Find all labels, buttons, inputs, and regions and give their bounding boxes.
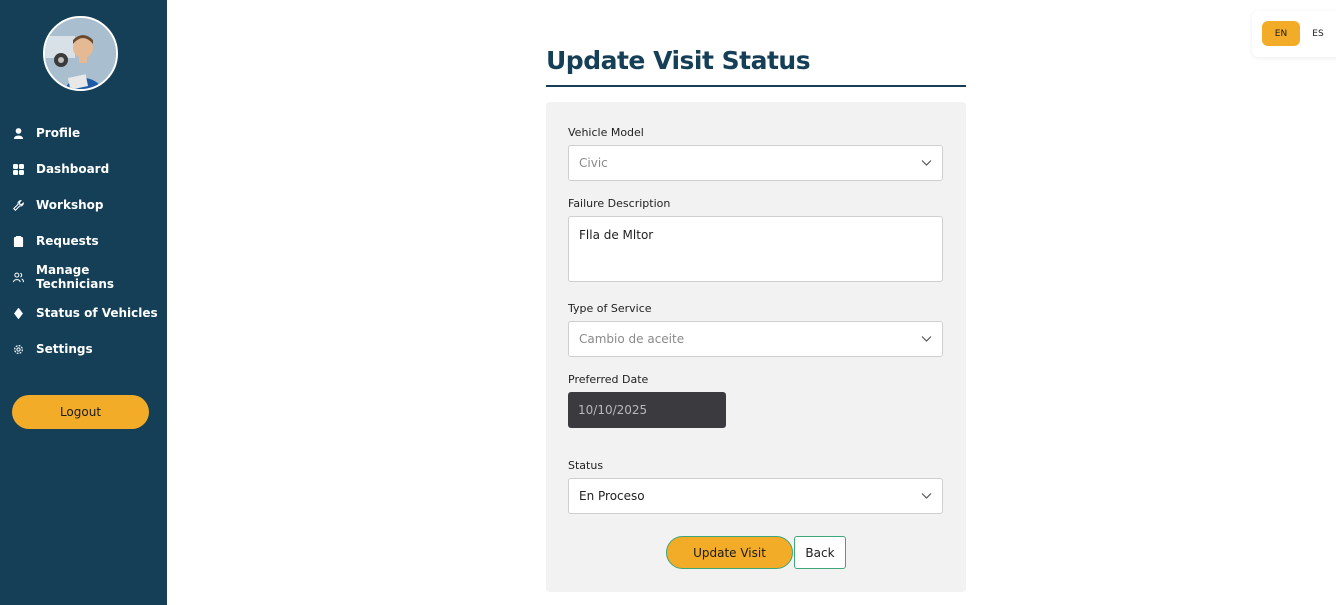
technician-avatar-icon xyxy=(45,18,116,89)
type-of-service-value: Cambio de aceite xyxy=(579,332,685,346)
status-select[interactable]: En Proceso xyxy=(568,478,943,514)
status-label: Status xyxy=(568,459,604,472)
sidebar-item-label: Status of Vehicles xyxy=(36,306,158,320)
sidebar-item-dashboard[interactable]: Dashboard xyxy=(0,151,167,187)
clipboard-icon xyxy=(13,235,24,247)
sidebar-item-profile[interactable]: Profile xyxy=(0,115,167,151)
preferred-date-input[interactable]: 10/10/2025 xyxy=(568,392,726,428)
chevron-down-icon xyxy=(921,336,932,342)
preferred-date-label: Preferred Date xyxy=(568,373,649,386)
title-divider xyxy=(546,85,966,87)
logout-button[interactable]: Logout xyxy=(12,395,149,429)
chevron-down-icon xyxy=(921,160,932,166)
vehicle-model-value: Civic xyxy=(579,156,608,170)
users-icon xyxy=(13,272,24,283)
failure-description-label: Failure Description xyxy=(568,197,671,210)
avatar[interactable] xyxy=(43,16,118,91)
update-visit-button[interactable]: Update Visit xyxy=(666,536,793,569)
chevron-down-icon xyxy=(921,493,932,499)
status-value: En Proceso xyxy=(579,489,645,503)
sidebar-item-requests[interactable]: Requests xyxy=(0,223,167,259)
sidebar-item-label: Settings xyxy=(36,342,93,356)
back-button[interactable]: Back xyxy=(794,536,846,569)
vehicle-model-label: Vehicle Model xyxy=(568,126,644,139)
sidebar-item-manage-technicians[interactable]: Manage Technicians xyxy=(0,259,167,295)
failure-description-textarea[interactable]: Flla de Mltor xyxy=(568,216,943,282)
user-icon xyxy=(13,127,24,139)
sidebar-item-label: Requests xyxy=(36,234,99,248)
sidebar-item-settings[interactable]: Settings xyxy=(0,331,167,367)
diamond-icon xyxy=(13,307,24,319)
sidebar-nav: Profile Dashboard Workshop Requests Mana… xyxy=(0,115,167,367)
sidebar-item-workshop[interactable]: Workshop xyxy=(0,187,167,223)
sidebar-item-label: Profile xyxy=(36,126,81,140)
language-en-button[interactable]: EN xyxy=(1262,21,1300,46)
sidebar-item-label: Dashboard xyxy=(36,162,110,176)
sidebar-item-label: Workshop xyxy=(36,198,104,212)
type-of-service-label: Type of Service xyxy=(568,302,652,315)
type-of-service-select[interactable]: Cambio de aceite xyxy=(568,321,943,357)
vehicle-model-select[interactable]: Civic xyxy=(568,145,943,181)
language-switcher: EN ES xyxy=(1252,11,1336,57)
page-title: Update Visit Status xyxy=(546,46,811,75)
language-es-button[interactable]: ES xyxy=(1308,21,1328,46)
wrench-icon xyxy=(13,199,24,211)
sidebar: Profile Dashboard Workshop Requests Mana… xyxy=(0,0,167,605)
grid-icon xyxy=(13,163,24,175)
sidebar-item-label: Manage Technicians xyxy=(36,263,115,291)
gear-icon xyxy=(13,344,24,355)
sidebar-item-status-of-vehicles[interactable]: Status of Vehicles xyxy=(0,295,167,331)
